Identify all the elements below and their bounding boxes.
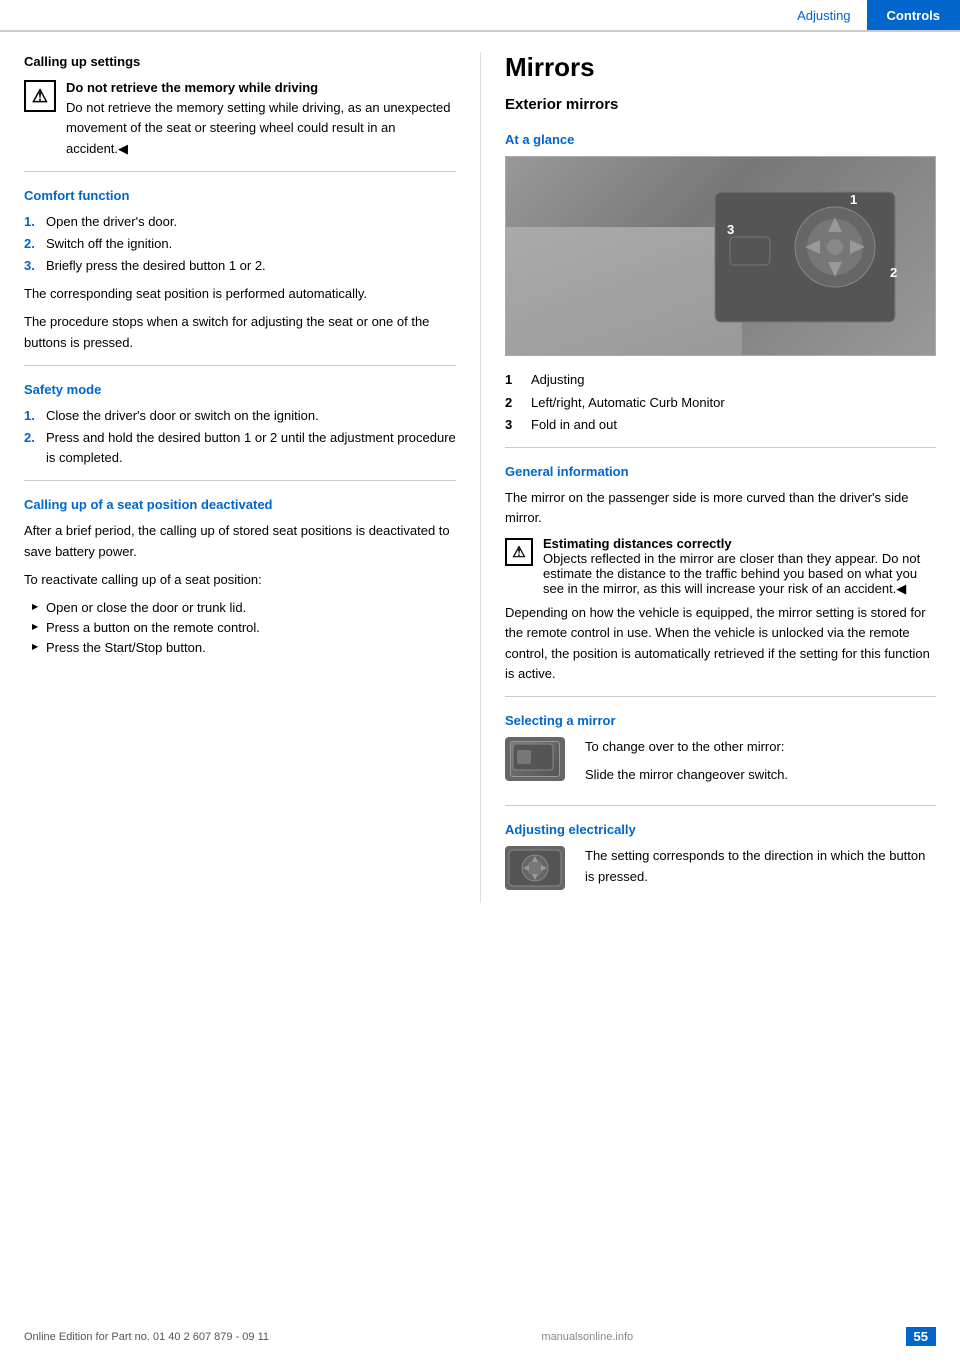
calling-up-settings-heading: Calling up settings xyxy=(24,52,456,72)
page-title: Mirrors xyxy=(505,52,936,83)
selecting-mirror-text: To change over to the other mirror: Slid… xyxy=(585,737,788,793)
estimating-warning-text: Estimating distances correctly Objects r… xyxy=(543,536,936,597)
svg-text:2: 2 xyxy=(890,265,897,280)
safety-step-2: 2. Press and hold the desired button 1 o… xyxy=(24,428,456,468)
footer-watermark: manualsonline.info xyxy=(541,1331,633,1343)
comfort-para2: The procedure stops when a switch for ad… xyxy=(24,312,456,352)
comfort-function-section: Comfort function 1. Open the driver's do… xyxy=(24,186,456,353)
selecting-mirror-content: To change over to the other mirror: Slid… xyxy=(505,737,936,793)
calling-up-settings-warning: ⚠ Do not retrieve the memory while drivi… xyxy=(24,78,456,159)
warning-icon-distances: ⚠ xyxy=(505,538,533,566)
safety-mode-heading: Safety mode xyxy=(24,380,456,400)
bullet-3: Press the Start/Stop button. xyxy=(34,638,456,658)
caption-item-2: 2 Left/right, Automatic Curb Monitor xyxy=(505,393,936,413)
header-bar: Adjusting Controls xyxy=(0,0,960,32)
caption-item-1: 1 Adjusting xyxy=(505,370,936,390)
right-divider-1 xyxy=(505,447,936,448)
adjusting-electrically-text: The setting corresponds to the direction… xyxy=(585,846,936,894)
header-adjusting-label: Adjusting xyxy=(781,8,866,23)
selecting-mirror-heading: Selecting a mirror xyxy=(505,711,936,731)
calling-up-seat-bullets: Open or close the door or trunk lid. Pre… xyxy=(24,598,456,658)
footer: Online Edition for Part no. 01 40 2 607 … xyxy=(0,1327,960,1346)
calling-up-seat-para1: After a brief period, the calling up of … xyxy=(24,521,456,561)
divider-3 xyxy=(24,480,456,481)
adjusting-electrically-heading: Adjusting electrically xyxy=(505,820,936,840)
calling-up-seat-para2: To reactivate calling up of a seat posit… xyxy=(24,570,456,590)
svg-text:3: 3 xyxy=(727,222,734,237)
right-divider-2 xyxy=(505,696,936,697)
adjusting-electrically-section: Adjusting electrically The setting corre… xyxy=(505,820,936,894)
adjusting-electrically-content: The setting corresponds to the direction… xyxy=(505,846,936,894)
comfort-function-steps: 1. Open the driver's door. 2. Switch off… xyxy=(24,212,456,276)
footer-edition-text: Online Edition for Part no. 01 40 2 607 … xyxy=(24,1331,269,1343)
calling-up-seat-section: Calling up of a seat position deactivate… xyxy=(24,495,456,658)
general-info-para2: Depending on how the vehicle is equipped… xyxy=(505,603,936,684)
right-divider-3 xyxy=(505,805,936,806)
mirror-switch-svg xyxy=(511,742,555,772)
mirror-caption-list: 1 Adjusting 2 Left/right, Automatic Curb… xyxy=(505,370,936,434)
left-column: Calling up settings ⚠ Do not retrieve th… xyxy=(0,52,480,903)
estimating-distances-warning: ⚠ Estimating distances correctly Objects… xyxy=(505,536,936,597)
divider-1 xyxy=(24,171,456,172)
safety-mode-section: Safety mode 1. Close the driver's door o… xyxy=(24,380,456,469)
safety-mode-steps: 1. Close the driver's door or switch on … xyxy=(24,406,456,468)
content-wrapper: Calling up settings ⚠ Do not retrieve th… xyxy=(0,32,960,903)
comfort-para1: The corresponding seat position is perfo… xyxy=(24,284,456,304)
comfort-function-heading: Comfort function xyxy=(24,186,456,206)
header-controls-label: Controls xyxy=(867,0,960,30)
exterior-mirrors-heading: Exterior mirrors xyxy=(505,93,936,116)
at-a-glance-heading: At a glance xyxy=(505,130,936,150)
right-column: Mirrors Exterior mirrors At a glance xyxy=(480,52,960,903)
caption-item-3: 3 Fold in and out xyxy=(505,415,936,435)
page-number: 55 xyxy=(906,1327,936,1346)
mirror-diagram-image: 2 1 3 xyxy=(505,156,936,356)
divider-2 xyxy=(24,365,456,366)
mirror-switch-inner xyxy=(510,741,560,777)
mirror-image-bg: 2 1 3 xyxy=(506,157,935,355)
mirror-switch-icon xyxy=(505,737,565,781)
general-information-section: General information The mirror on the pa… xyxy=(505,462,936,684)
general-info-para1: The mirror on the passenger side is more… xyxy=(505,488,936,528)
svg-text:1: 1 xyxy=(850,192,857,207)
warning-icon-settings: ⚠ xyxy=(24,80,56,112)
comfort-step-1: 1. Open the driver's door. xyxy=(24,212,456,232)
mirror-control-svg: 2 1 3 xyxy=(705,182,905,332)
bullet-1: Open or close the door or trunk lid. xyxy=(34,598,456,618)
comfort-step-2: 2. Switch off the ignition. xyxy=(24,234,456,254)
mirror-adjust-svg xyxy=(507,848,563,888)
calling-up-settings-section: Calling up settings ⚠ Do not retrieve th… xyxy=(24,52,456,159)
mirror-adjust-icon xyxy=(505,846,565,890)
bullet-2: Press a button on the remote control. xyxy=(34,618,456,638)
calling-up-seat-heading: Calling up of a seat position deactivate… xyxy=(24,495,456,515)
comfort-step-3: 3. Briefly press the desired button 1 or… xyxy=(24,256,456,276)
calling-up-warning-text: Do not retrieve the memory while driving… xyxy=(66,78,456,159)
selecting-mirror-section: Selecting a mirror To change over to the… xyxy=(505,711,936,793)
safety-step-1: 1. Close the driver's door or switch on … xyxy=(24,406,456,426)
general-info-heading: General information xyxy=(505,462,936,482)
